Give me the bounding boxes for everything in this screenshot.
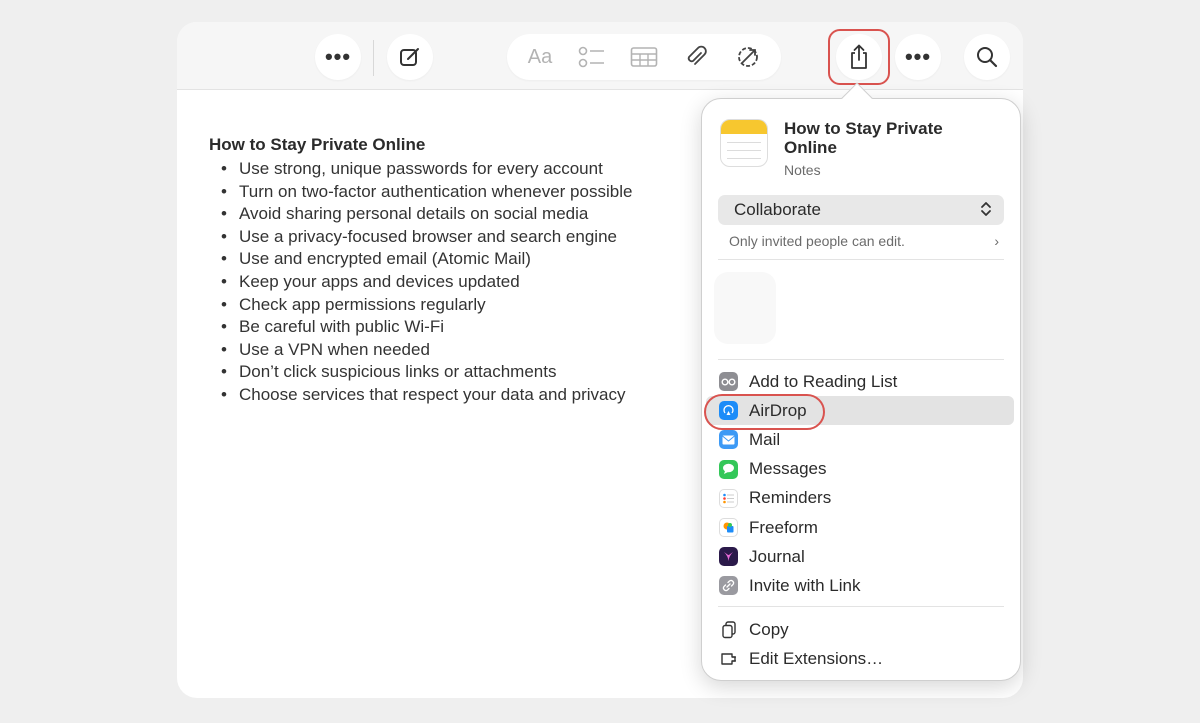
text-format-icon: Aa xyxy=(527,45,553,68)
ellipsis-icon: ••• xyxy=(904,44,932,69)
list-item: Keep your apps and devices updated xyxy=(221,271,632,294)
mail-icon xyxy=(719,430,738,450)
format-button[interactable]: Aa xyxy=(519,42,561,72)
collaborate-select[interactable]: Collaborate xyxy=(718,195,1004,225)
share-item-subtitle: Notes xyxy=(784,162,821,178)
messages-icon xyxy=(719,459,738,479)
menu-item-label: Add to Reading List xyxy=(749,371,898,391)
ellipsis-icon: ••• xyxy=(324,44,352,69)
menu-item-label: Journal xyxy=(749,546,805,566)
reading-list-icon xyxy=(719,372,738,391)
menu-item-reminders[interactable]: Reminders xyxy=(702,484,1022,513)
share-button-highlight xyxy=(828,29,890,85)
list-item: Avoid sharing personal details on social… xyxy=(221,203,632,226)
share-item-title: How to Stay Private Online xyxy=(784,119,943,157)
checklist-icon xyxy=(578,46,604,68)
more-actions-button[interactable]: ••• xyxy=(895,34,941,80)
table-icon xyxy=(630,47,658,67)
note-bullet-list: Use strong, unique passwords for every a… xyxy=(209,158,632,407)
journal-icon xyxy=(719,547,738,567)
reminders-icon xyxy=(719,488,738,508)
menu-item-copy[interactable]: Copy xyxy=(702,615,1022,644)
menu-item-label: Reminders xyxy=(749,488,832,508)
share-target-tile[interactable] xyxy=(714,272,776,344)
menu-item-edit-extensions[interactable]: Edit Extensions… xyxy=(702,644,1022,673)
divider xyxy=(718,606,1004,607)
attach-button[interactable] xyxy=(675,42,717,72)
paperclip-icon xyxy=(687,45,707,65)
format-toolbar-group: Aa xyxy=(507,34,781,80)
divider xyxy=(718,259,1004,260)
airdrop-highlight xyxy=(704,394,825,430)
freeform-icon xyxy=(719,517,738,537)
copy-icon xyxy=(719,620,738,639)
collaboration-button[interactable] xyxy=(727,42,769,72)
list-item: Use and encrypted email (Atomic Mail) xyxy=(221,248,632,271)
collaborate-label: Collaborate xyxy=(734,200,821,219)
list-item: Choose services that respect your data a… xyxy=(221,384,632,407)
compose-icon xyxy=(400,48,419,66)
notes-app-icon xyxy=(720,119,768,167)
note-title: How to Stay Private Online xyxy=(209,135,426,154)
extensions-icon xyxy=(719,649,738,668)
toolbar: ••• Aa ••• xyxy=(177,22,1023,90)
menu-item-label: Edit Extensions… xyxy=(749,648,884,668)
collaboration-icon xyxy=(738,47,758,67)
list-item: Be careful with public Wi-Fi xyxy=(221,316,632,339)
list-item: Turn on two-factor authentication whenev… xyxy=(221,181,632,204)
chevron-up-down-icon xyxy=(980,201,992,220)
link-icon xyxy=(719,576,738,596)
menu-item-add-to-reading-list[interactable]: Add to Reading List xyxy=(702,367,1022,396)
share-popover: How to Stay Private Online Notes Collabo… xyxy=(701,98,1021,681)
search-icon xyxy=(977,47,998,68)
toolbar-divider xyxy=(373,40,374,76)
checklist-button[interactable] xyxy=(571,42,613,72)
list-item: Check app permissions regularly xyxy=(221,294,632,317)
menu-item-label: Copy xyxy=(749,619,789,639)
chevron-right-icon: › xyxy=(994,233,999,249)
menu-item-label: Invite with Link xyxy=(749,575,861,595)
divider xyxy=(718,359,1004,360)
menu-item-label: Mail xyxy=(749,429,781,449)
menu-item-journal[interactable]: Journal xyxy=(702,542,1022,571)
list-item: Use a VPN when needed xyxy=(221,339,632,362)
list-item: Don’t click suspicious links or attachme… xyxy=(221,361,632,384)
menu-item-invite-with-link[interactable]: Invite with Link xyxy=(702,571,1022,600)
list-item: Use strong, unique passwords for every a… xyxy=(221,158,632,181)
menu-item-label: Messages xyxy=(749,459,827,479)
permission-setting[interactable]: Only invited people can edit. › xyxy=(729,233,999,249)
more-options-button[interactable]: ••• xyxy=(315,34,361,80)
table-button[interactable] xyxy=(623,42,665,72)
new-note-button[interactable] xyxy=(387,34,433,80)
search-button[interactable] xyxy=(964,34,1010,80)
menu-item-label: Freeform xyxy=(749,517,818,537)
menu-item-messages[interactable]: Messages xyxy=(702,455,1022,484)
note-body[interactable]: How to Stay Private Online Use strong, u… xyxy=(209,135,632,407)
share-header: How to Stay Private Online Notes xyxy=(720,119,984,178)
menu-item-freeform[interactable]: Freeform xyxy=(702,513,1022,542)
permission-text: Only invited people can edit. xyxy=(729,233,905,249)
list-item: Use a privacy-focused browser and search… xyxy=(221,226,632,249)
share-secondary-menu: Copy Edit Extensions… xyxy=(702,615,1022,673)
